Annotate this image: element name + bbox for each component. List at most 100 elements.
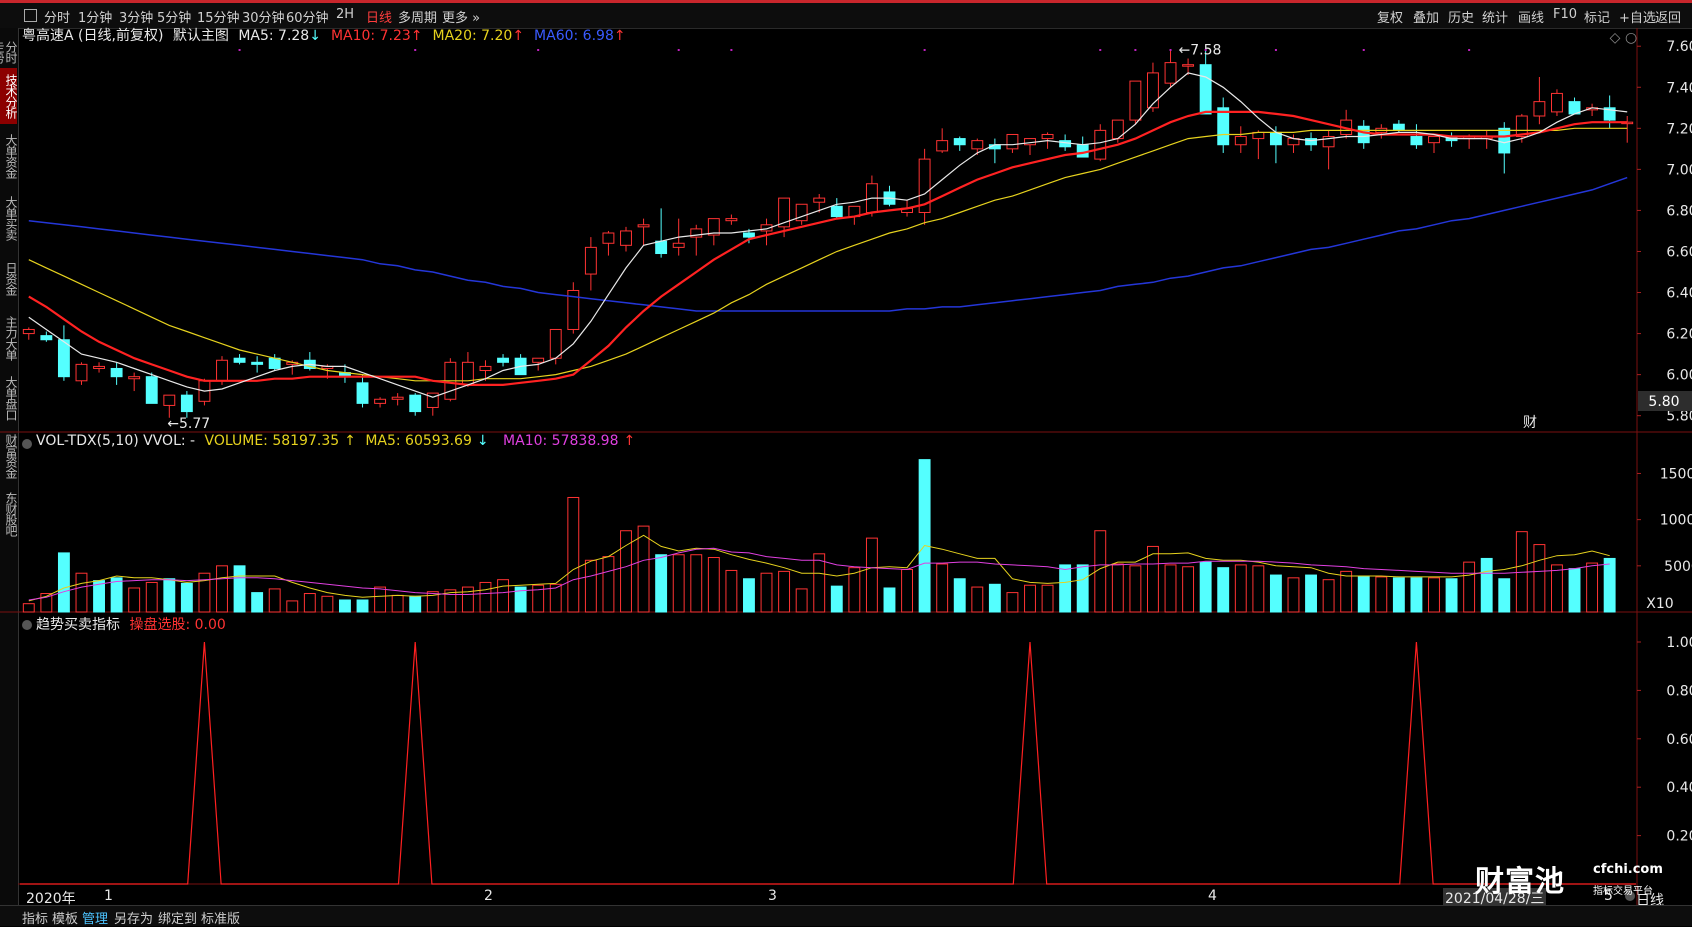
- month-label-3: 3: [768, 888, 777, 904]
- volume-bar: [743, 578, 755, 613]
- volume-bar: [128, 587, 141, 613]
- price-tick-label: 7.20: [1666, 121, 1692, 137]
- volume-bar: [1392, 577, 1405, 613]
- candle-body: [655, 240, 668, 255]
- down-arrow-icon: ↓: [476, 433, 489, 449]
- candle-body: [128, 376, 141, 380]
- volume-bar: [163, 578, 176, 613]
- candle-body: [637, 224, 650, 228]
- volume-bar: [1147, 545, 1159, 613]
- volume-bar: [1182, 566, 1195, 613]
- volume-bar: [1410, 577, 1423, 613]
- volume-bar: [1340, 570, 1353, 613]
- volume-bar: [233, 565, 246, 613]
- volume-bar: [1006, 592, 1019, 613]
- candle-body: [584, 246, 597, 275]
- volume-bar: [1305, 574, 1317, 613]
- volume-bar: [655, 554, 668, 613]
- indicator-panel-title: 趋势买卖指标 操盘选股: 0.00: [36, 614, 231, 634]
- trade-signal-line: [20, 641, 1636, 885]
- candle-body: [391, 396, 404, 400]
- event-dot: [1099, 49, 1102, 51]
- volume-bar: [1059, 564, 1072, 613]
- up-arrow-icon: ↑: [512, 28, 525, 44]
- up-arrow-icon: ↑: [410, 28, 423, 44]
- candle-body: [549, 328, 562, 359]
- candle-body: [971, 140, 984, 150]
- ma-legend: MA5: 7.28↓ MA10: 7.23↑ MA20: 7.20↑ MA60: 6.…: [238, 28, 635, 44]
- volume-bar: [1322, 579, 1335, 613]
- bottom-tab-2[interactable]: 管理: [82, 908, 108, 927]
- volume-bar: [883, 587, 896, 613]
- indicator-name[interactable]: 趋势买卖指标: [36, 617, 120, 633]
- volume-bar: [479, 581, 492, 613]
- volume-bar: [1480, 557, 1493, 613]
- candle-body: [75, 363, 88, 382]
- bottom-tab-0[interactable]: 指标: [22, 908, 48, 927]
- indicator-tick-label: 0.80: [1666, 683, 1692, 699]
- volume-bar: [1551, 564, 1563, 613]
- volume-bar: [251, 592, 264, 613]
- low-price-annotation: ←5.77: [167, 416, 210, 432]
- bottom-tab-3[interactable]: 另存为: [114, 908, 153, 927]
- candle-body: [22, 328, 35, 335]
- vol-value: VOLUME: 58197.35 ↑: [204, 433, 356, 449]
- candle-body: [233, 357, 246, 363]
- candle-body: [497, 357, 509, 363]
- up-arrow-icon: ↑: [613, 28, 626, 44]
- volume-bar: [1217, 567, 1230, 613]
- volume-bar: [936, 563, 949, 613]
- indicator-tick-label: 0.20: [1666, 829, 1692, 845]
- volume-bar: [1375, 576, 1388, 613]
- ma5-line: [28, 72, 1628, 398]
- candle-body: [40, 335, 53, 341]
- vol-ma10: MA10: 57838.98 ↑: [503, 433, 640, 449]
- watermark-subtitle: 指标交易平台: [1593, 886, 1653, 897]
- volume-bar: [1603, 557, 1616, 613]
- diamond-icon: ◇: [1610, 30, 1621, 46]
- candle-body: [374, 398, 387, 404]
- event-dot: [1362, 49, 1365, 51]
- indicator-tick-label: 0.60: [1666, 732, 1692, 748]
- vol-ma5: MA5: 60593.69 ↓: [365, 433, 493, 449]
- template-name[interactable]: 默认主图: [173, 28, 229, 44]
- collapse-icon: [22, 439, 32, 449]
- high-price-annotation: ←7.58: [1179, 42, 1222, 58]
- volume-bar: [1234, 564, 1247, 613]
- bottom-tab-4[interactable]: 绑定到: [158, 908, 197, 927]
- price-tick-label: 6.80: [1666, 203, 1692, 219]
- watermark-brand: 财富池: [1475, 864, 1566, 898]
- volume-bar: [216, 565, 228, 613]
- volume-bar: [725, 569, 738, 613]
- volume-bar: [1287, 577, 1300, 613]
- volume-bar: [1498, 578, 1511, 613]
- candle-body: [145, 376, 158, 404]
- volume-panel-title: VOL-TDX(5,10) VVOL: - VOLUME: 58197.35 ↑ …: [36, 433, 645, 449]
- volume-bar: [1357, 575, 1370, 613]
- volume-bar: [1252, 565, 1265, 613]
- chart-canvas[interactable]: 7.60 7.40 7.20 7.00 6.80 6.60 6.40 6.20 6.00 5.80…: [0, 0, 1692, 925]
- candle-body: [1533, 101, 1546, 117]
- vol-indicator-name[interactable]: VOL-TDX(5,10) VVOL: -: [36, 433, 195, 449]
- ma-legend-item-2: MA20: 7.20↑: [432, 28, 525, 44]
- volume-bar: [57, 552, 70, 613]
- candle-body: [1217, 107, 1230, 146]
- volume-bar: [1463, 561, 1476, 613]
- volume-bar: [356, 599, 369, 613]
- event-dot: [923, 49, 926, 51]
- volume-bar: [848, 567, 861, 613]
- ma-legend-item-3: MA60: 6.98↑: [534, 28, 626, 44]
- bottom-tab-1[interactable]: 模板: [52, 908, 78, 927]
- candle-body: [620, 230, 632, 246]
- price-tick-label: 6.60: [1666, 244, 1692, 260]
- indicator-value: 操盘选股: 0.00: [129, 617, 226, 633]
- event-dot: [677, 49, 680, 51]
- volume-bar: [321, 595, 334, 613]
- candle-body: [1234, 136, 1247, 146]
- candle-body: [479, 365, 492, 372]
- event-dot: [1204, 49, 1207, 51]
- volume-bar: [865, 537, 878, 613]
- volume-bar: [953, 578, 966, 613]
- bottom-tab-5[interactable]: 标准版: [201, 908, 240, 927]
- candle-body: [409, 394, 422, 413]
